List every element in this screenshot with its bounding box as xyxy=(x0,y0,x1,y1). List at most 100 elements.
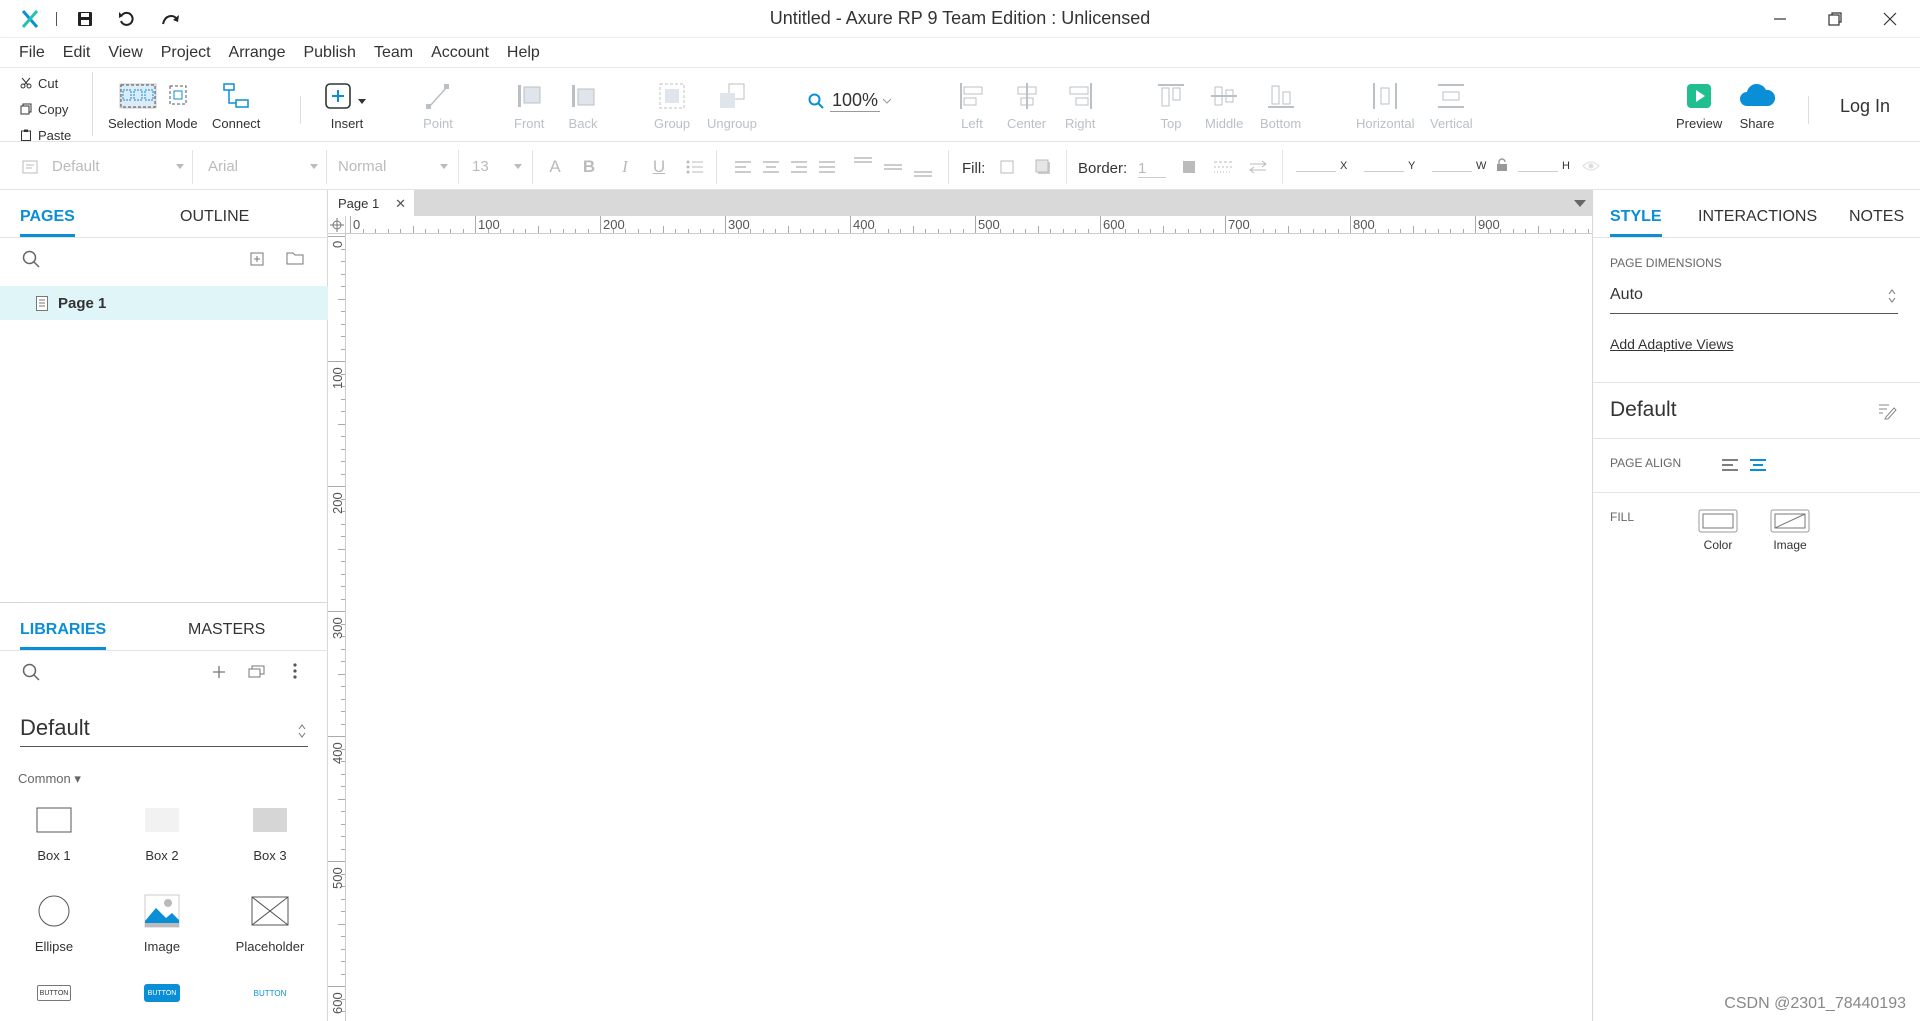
page-align-center-icon[interactable] xyxy=(1749,458,1767,472)
restore-button[interactable] xyxy=(1815,6,1855,32)
widget-placeholder[interactable]: Placeholder xyxy=(225,891,315,954)
login-button[interactable]: Log In xyxy=(1840,96,1890,117)
menu-edit[interactable]: Edit xyxy=(54,44,100,62)
align-center-button[interactable]: Center xyxy=(1007,78,1046,131)
tab-pages[interactable]: PAGES xyxy=(20,208,75,237)
shadow-button[interactable] xyxy=(1032,156,1054,178)
folder-icon[interactable] xyxy=(286,251,304,265)
width-field[interactable]: W xyxy=(1432,160,1486,172)
tab-style[interactable]: STYLE xyxy=(1610,208,1662,237)
widget-link-button[interactable]: BUTTON xyxy=(225,979,315,1007)
tab-notes[interactable]: NOTES xyxy=(1849,208,1904,234)
page-align-left-icon[interactable] xyxy=(1721,458,1739,472)
point-button[interactable]: Point xyxy=(423,78,453,131)
distribute-horizontal-button[interactable]: Horizontal xyxy=(1356,78,1415,131)
align-right-button[interactable]: Right xyxy=(1065,78,1095,131)
copy-button[interactable]: Copy xyxy=(6,96,90,122)
widget-box1[interactable]: Box 1 xyxy=(9,800,99,863)
document-tab-page1[interactable]: Page 1 ✕ xyxy=(328,190,414,216)
fill-color-option[interactable]: Color xyxy=(1683,508,1753,552)
font-dropdown[interactable]: Arial xyxy=(208,158,318,175)
align-left-button[interactable]: Left xyxy=(957,78,987,131)
close-tab-icon[interactable]: ✕ xyxy=(395,196,406,212)
align-middle-button[interactable]: Middle xyxy=(1205,78,1243,131)
search-icon[interactable] xyxy=(22,663,40,681)
style-dropdown[interactable]: Default xyxy=(52,158,184,175)
x-coordinate-field[interactable]: X xyxy=(1296,160,1347,172)
search-icon[interactable] xyxy=(22,250,40,268)
border-style-button[interactable] xyxy=(1212,156,1234,178)
text-align-left-button[interactable] xyxy=(732,156,754,178)
text-align-right-button[interactable] xyxy=(788,156,810,178)
more-options-icon[interactable] xyxy=(292,663,298,679)
border-color-button[interactable] xyxy=(1178,156,1200,178)
valign-middle-button[interactable] xyxy=(882,156,904,178)
page-dimensions-select[interactable]: Auto xyxy=(1610,286,1898,314)
zoom-value[interactable]: 100% xyxy=(830,90,881,112)
zoom-control[interactable]: 100% xyxy=(808,90,892,112)
design-canvas[interactable] xyxy=(346,234,1592,1021)
page-list-item[interactable]: Page 1 xyxy=(0,286,328,320)
widget-image[interactable]: Image xyxy=(117,891,207,954)
tab-outline[interactable]: OUTLINE xyxy=(180,208,249,234)
lock-icon[interactable] xyxy=(1496,158,1508,172)
fill-color-button[interactable] xyxy=(996,156,1018,178)
y-coordinate-field[interactable]: Y xyxy=(1364,160,1415,172)
add-adaptive-views-link[interactable]: Add Adaptive Views xyxy=(1610,336,1734,352)
widget-button[interactable]: BUTTON xyxy=(9,979,99,1007)
ruler-corner[interactable] xyxy=(328,216,346,234)
text-justify-button[interactable] xyxy=(816,156,838,178)
close-window-button[interactable] xyxy=(1870,6,1910,32)
minimize-button[interactable] xyxy=(1760,6,1800,32)
widget-box3[interactable]: Box 3 xyxy=(225,800,315,863)
ungroup-button[interactable]: Ungroup xyxy=(707,78,757,131)
back-button[interactable]: Back xyxy=(568,78,598,131)
menu-help[interactable]: Help xyxy=(498,44,549,62)
arrow-style-button[interactable] xyxy=(1247,156,1269,178)
group-button[interactable]: Group xyxy=(654,78,690,131)
menu-publish[interactable]: Publish xyxy=(294,44,364,62)
common-category[interactable]: Common ▾ xyxy=(18,771,81,787)
align-bottom-button[interactable]: Bottom xyxy=(1260,78,1301,131)
valign-bottom-button[interactable] xyxy=(912,160,934,182)
front-button[interactable]: Front xyxy=(514,78,544,131)
align-top-button[interactable]: Top xyxy=(1156,78,1186,131)
menu-arrange[interactable]: Arrange xyxy=(220,44,295,62)
font-weight-dropdown[interactable]: Normal xyxy=(338,158,448,175)
widget-ellipse[interactable]: Ellipse xyxy=(9,891,99,954)
fill-image-option[interactable]: Image xyxy=(1755,508,1825,552)
bold-button[interactable]: B xyxy=(578,156,600,178)
connect-button[interactable]: Connect xyxy=(212,78,260,131)
height-field[interactable]: H xyxy=(1518,160,1570,172)
menu-team[interactable]: Team xyxy=(365,44,422,62)
stack-icon[interactable] xyxy=(248,664,266,678)
library-select[interactable]: Default xyxy=(20,715,308,747)
menu-account[interactable]: Account xyxy=(422,44,498,62)
underline-button[interactable]: U xyxy=(648,156,670,178)
font-color-button[interactable]: A xyxy=(544,156,566,178)
tab-interactions[interactable]: INTERACTIONS xyxy=(1698,208,1817,234)
cut-button[interactable]: Cut xyxy=(6,70,90,96)
eye-icon[interactable] xyxy=(1582,160,1600,172)
tab-masters[interactable]: MASTERS xyxy=(188,621,265,647)
menu-view[interactable]: View xyxy=(99,44,151,62)
menu-project[interactable]: Project xyxy=(152,44,220,62)
distribute-vertical-button[interactable]: Vertical xyxy=(1430,78,1473,131)
add-library-icon[interactable] xyxy=(212,665,226,679)
horizontal-ruler[interactable]: 0 100 200 300 400 500 600 700 800 900 xyxy=(346,216,1592,234)
preview-button[interactable]: Preview xyxy=(1676,78,1722,131)
widget-box2[interactable]: Box 2 xyxy=(117,800,207,863)
share-button[interactable]: Share xyxy=(1738,78,1776,131)
vertical-ruler[interactable]: 0 100 200 300 400 500 600 xyxy=(328,234,346,1021)
tab-dropdown-icon[interactable] xyxy=(1574,200,1586,208)
text-align-center-button[interactable] xyxy=(760,156,782,178)
menu-file[interactable]: File xyxy=(10,44,54,62)
italic-button[interactable]: I xyxy=(614,156,636,178)
font-size-dropdown[interactable]: 13 xyxy=(472,158,522,175)
insert-button[interactable]: Insert xyxy=(324,78,370,131)
add-page-icon[interactable] xyxy=(250,252,264,266)
tab-libraries[interactable]: LIBRARIES xyxy=(20,621,107,650)
border-width-value[interactable]: 1 xyxy=(1138,160,1166,178)
edit-style-icon[interactable] xyxy=(1877,402,1897,420)
selection-mode-button[interactable]: Selection Mode xyxy=(108,78,198,131)
